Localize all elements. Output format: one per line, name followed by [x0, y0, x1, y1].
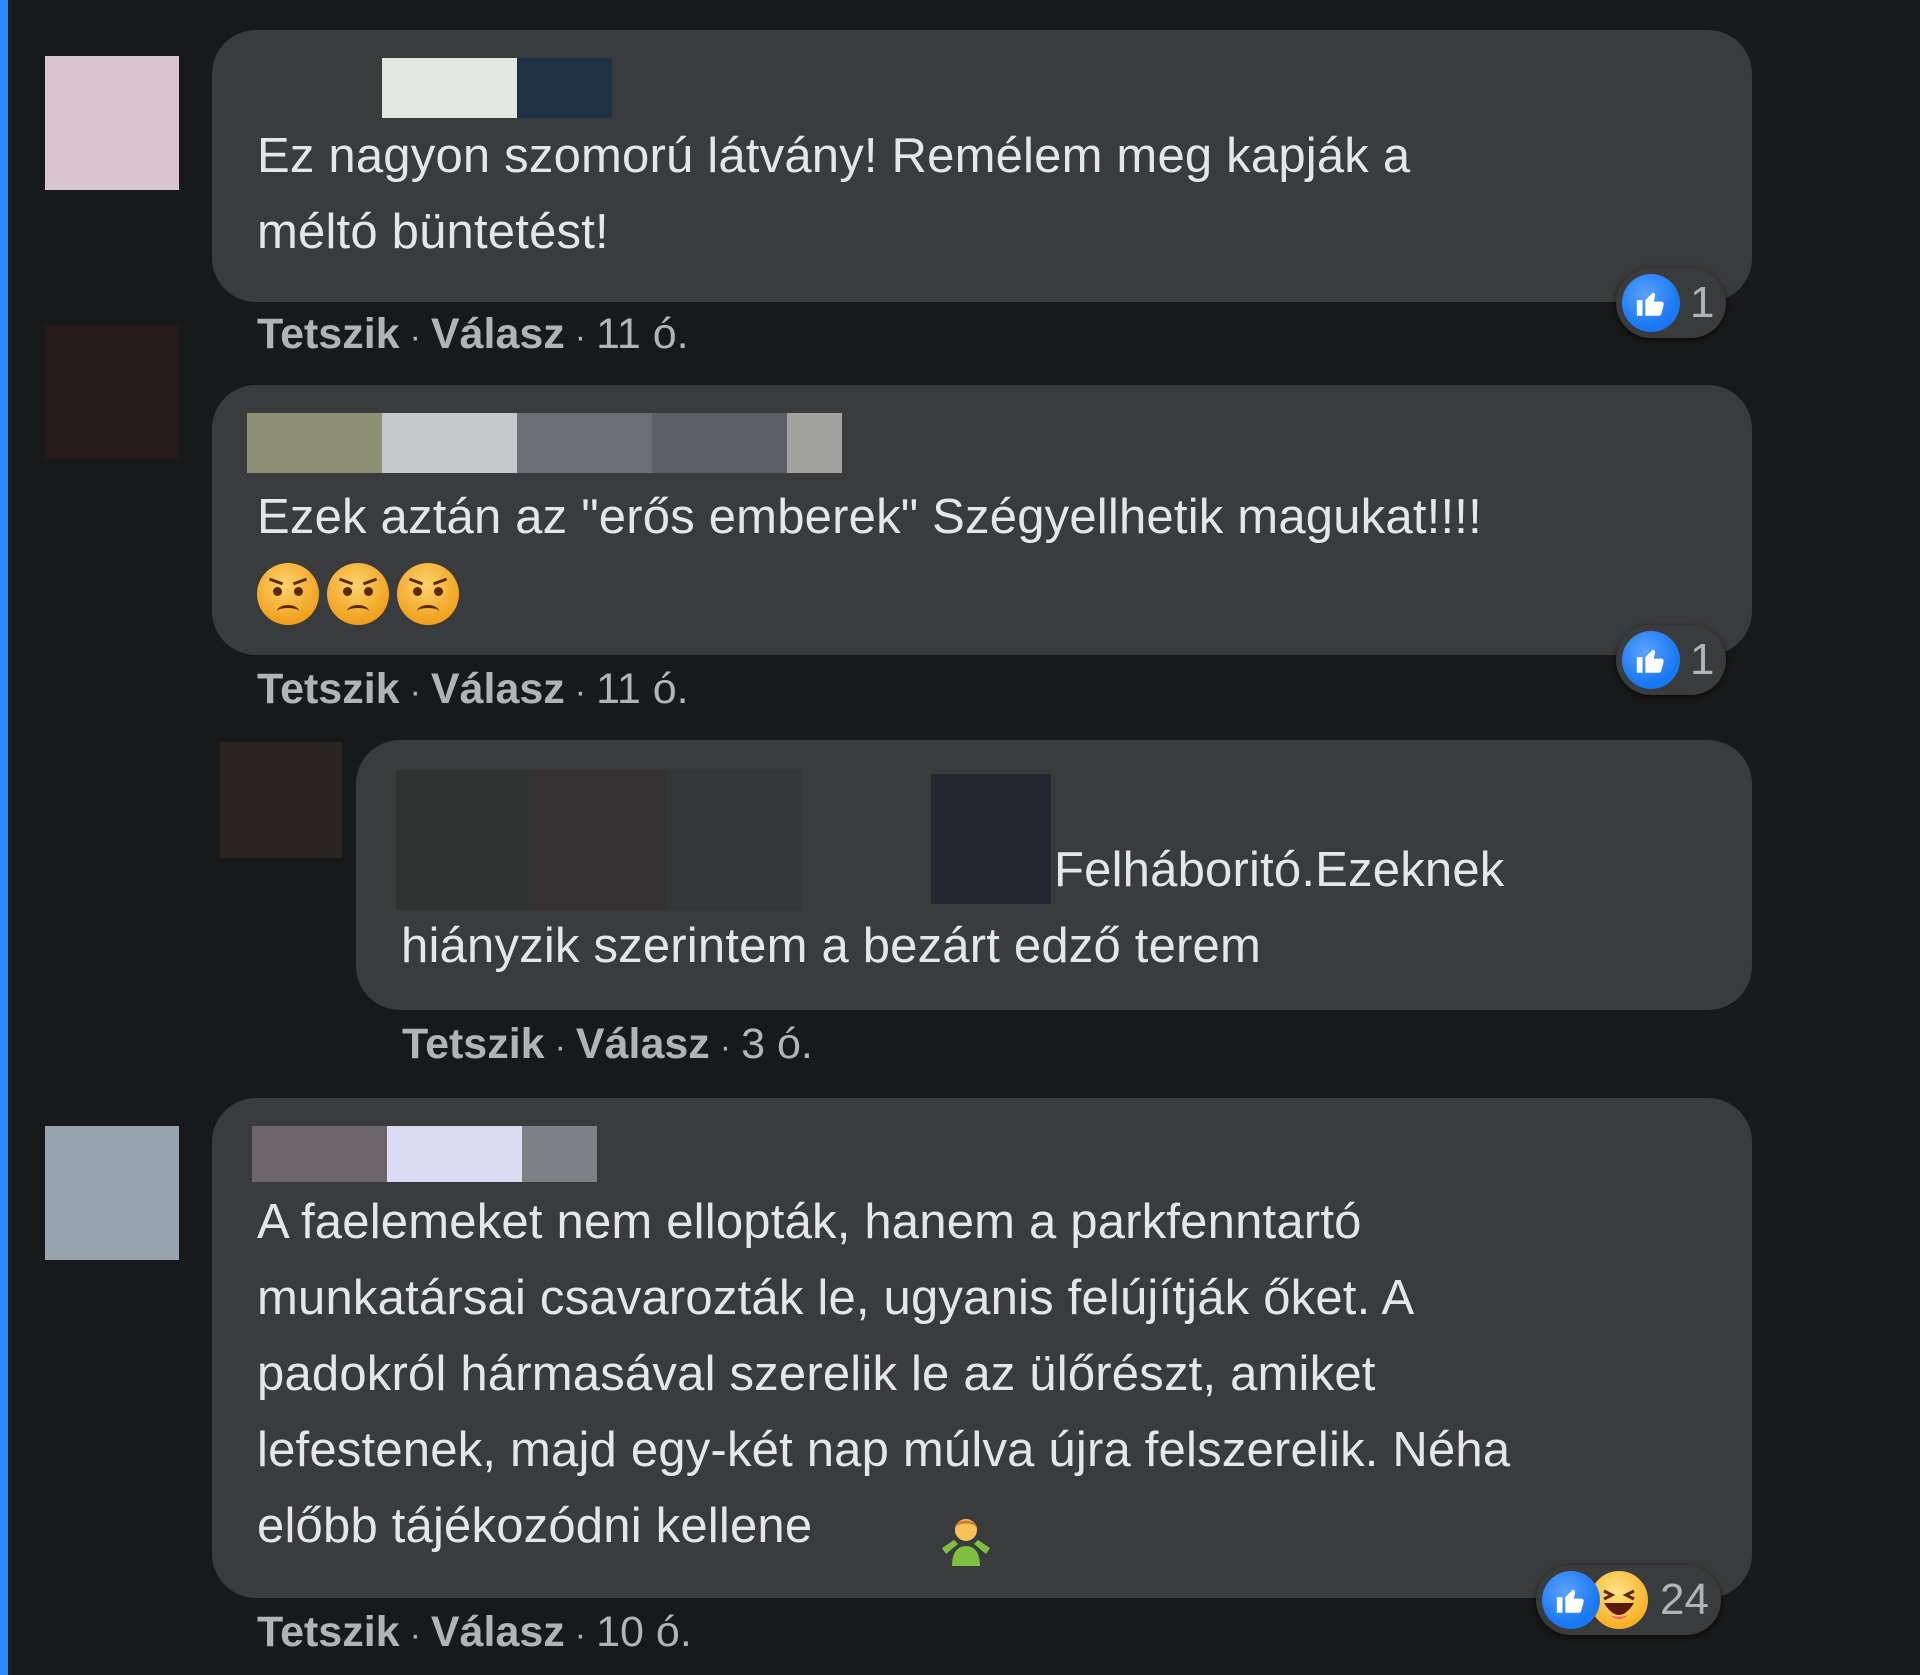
person-shrugging-emoji [936, 1508, 992, 1566]
like-link[interactable]: Tetszik [257, 310, 400, 358]
separator-dot: · [409, 673, 421, 711]
emoji-row [257, 563, 467, 625]
reply-link[interactable]: Válasz [576, 1020, 710, 1068]
commenter-name-blurred[interactable] [382, 58, 517, 118]
separator-dot: · [719, 1028, 732, 1066]
reply-link[interactable]: Válasz [431, 1608, 565, 1656]
comment-timestamp[interactable]: 11 ó. [596, 665, 688, 713]
commenter-name-blurred[interactable] [787, 413, 842, 473]
reaction-count: 24 [1660, 1575, 1709, 1624]
commenter-name-blurred[interactable] [382, 413, 517, 473]
separator-dot: · [409, 318, 421, 356]
avatar[interactable] [220, 742, 342, 858]
commenter-name-blurred[interactable] [252, 1126, 387, 1182]
comment-actions: Tetszik · Válasz · 11 ó. [257, 310, 689, 359]
reaction-summary[interactable]: 24 [1536, 1565, 1721, 1635]
comment-text: Ezek aztán az "erős emberek" Szégyellhet… [257, 490, 1482, 544]
comment-timestamp[interactable]: 3 ó. [741, 1020, 813, 1068]
thread-rail-shadow [8, 0, 12, 1675]
comment-actions: Tetszik · Válasz · 3 ó. [402, 1020, 813, 1069]
commenter-name-blurred[interactable] [396, 770, 531, 910]
comment-text: hiányzik szerintem a bezárt edző terem [401, 919, 1262, 973]
angry-face-emoji [397, 563, 459, 625]
comment-timestamp[interactable]: 10 ó. [596, 1608, 692, 1656]
thumbs-up-icon [1622, 631, 1680, 689]
reaction-summary[interactable]: 1 [1616, 625, 1727, 695]
avatar[interactable] [45, 325, 179, 459]
reply-link[interactable]: Válasz [431, 310, 565, 358]
comment-bubble: Ezek aztán az "erős emberek" Szégyellhet… [212, 385, 1752, 655]
commenter-name-blurred[interactable] [666, 770, 801, 910]
commenter-name-blurred[interactable] [517, 58, 612, 118]
separator-dot: · [574, 1616, 587, 1654]
avatar[interactable] [45, 1126, 179, 1260]
reaction-count: 1 [1690, 278, 1715, 327]
commenter-name-blurred[interactable] [531, 770, 666, 910]
comment-actions: Tetszik · Válasz · 10 ó. [257, 1608, 692, 1657]
reply-link[interactable]: Válasz [431, 665, 565, 713]
thumbs-up-icon [1542, 1571, 1600, 1629]
commenter-name-blurred[interactable] [522, 1126, 597, 1182]
reaction-count: 1 [1690, 635, 1715, 684]
angry-face-emoji [257, 563, 319, 625]
like-link[interactable]: Tetszik [257, 1608, 400, 1656]
comment-bubble: Felháboritó.Ezeknek hiányzik szerintem a… [356, 740, 1752, 1010]
commenter-name-blurred[interactable] [931, 774, 1051, 904]
comment-bubble: Ez nagyon szomorú látvány! Remélem meg k… [212, 30, 1752, 302]
thread-rail [0, 0, 8, 1675]
comment-text: Ez nagyon szomorú látvány! Remélem meg k… [257, 129, 1411, 259]
angry-face-emoji [327, 563, 389, 625]
separator-dot: · [409, 1616, 421, 1654]
comment-text: Felháboritó.Ezeknek [1054, 843, 1505, 897]
avatar[interactable] [45, 56, 179, 190]
thumbs-up-icon [1622, 274, 1680, 332]
comment-bubble: A faelemeket nem ellopták, hanem a parkf… [212, 1098, 1752, 1598]
comment-text: A faelemeket nem ellopták, hanem a parkf… [257, 1195, 1511, 1553]
separator-dot: · [554, 1028, 566, 1066]
comment-actions: Tetszik · Válasz · 11 ó. [257, 665, 689, 714]
reaction-summary[interactable]: 1 [1616, 268, 1727, 338]
commenter-name-blurred[interactable] [652, 413, 787, 473]
commenter-name-blurred[interactable] [387, 1126, 522, 1182]
commenter-name-blurred[interactable] [517, 413, 652, 473]
separator-dot: · [574, 318, 587, 356]
comment-timestamp[interactable]: 11 ó. [596, 310, 688, 358]
commenter-name-blurred[interactable] [247, 413, 382, 473]
separator-dot: · [574, 673, 587, 711]
like-link[interactable]: Tetszik [257, 665, 400, 713]
like-link[interactable]: Tetszik [402, 1020, 545, 1068]
